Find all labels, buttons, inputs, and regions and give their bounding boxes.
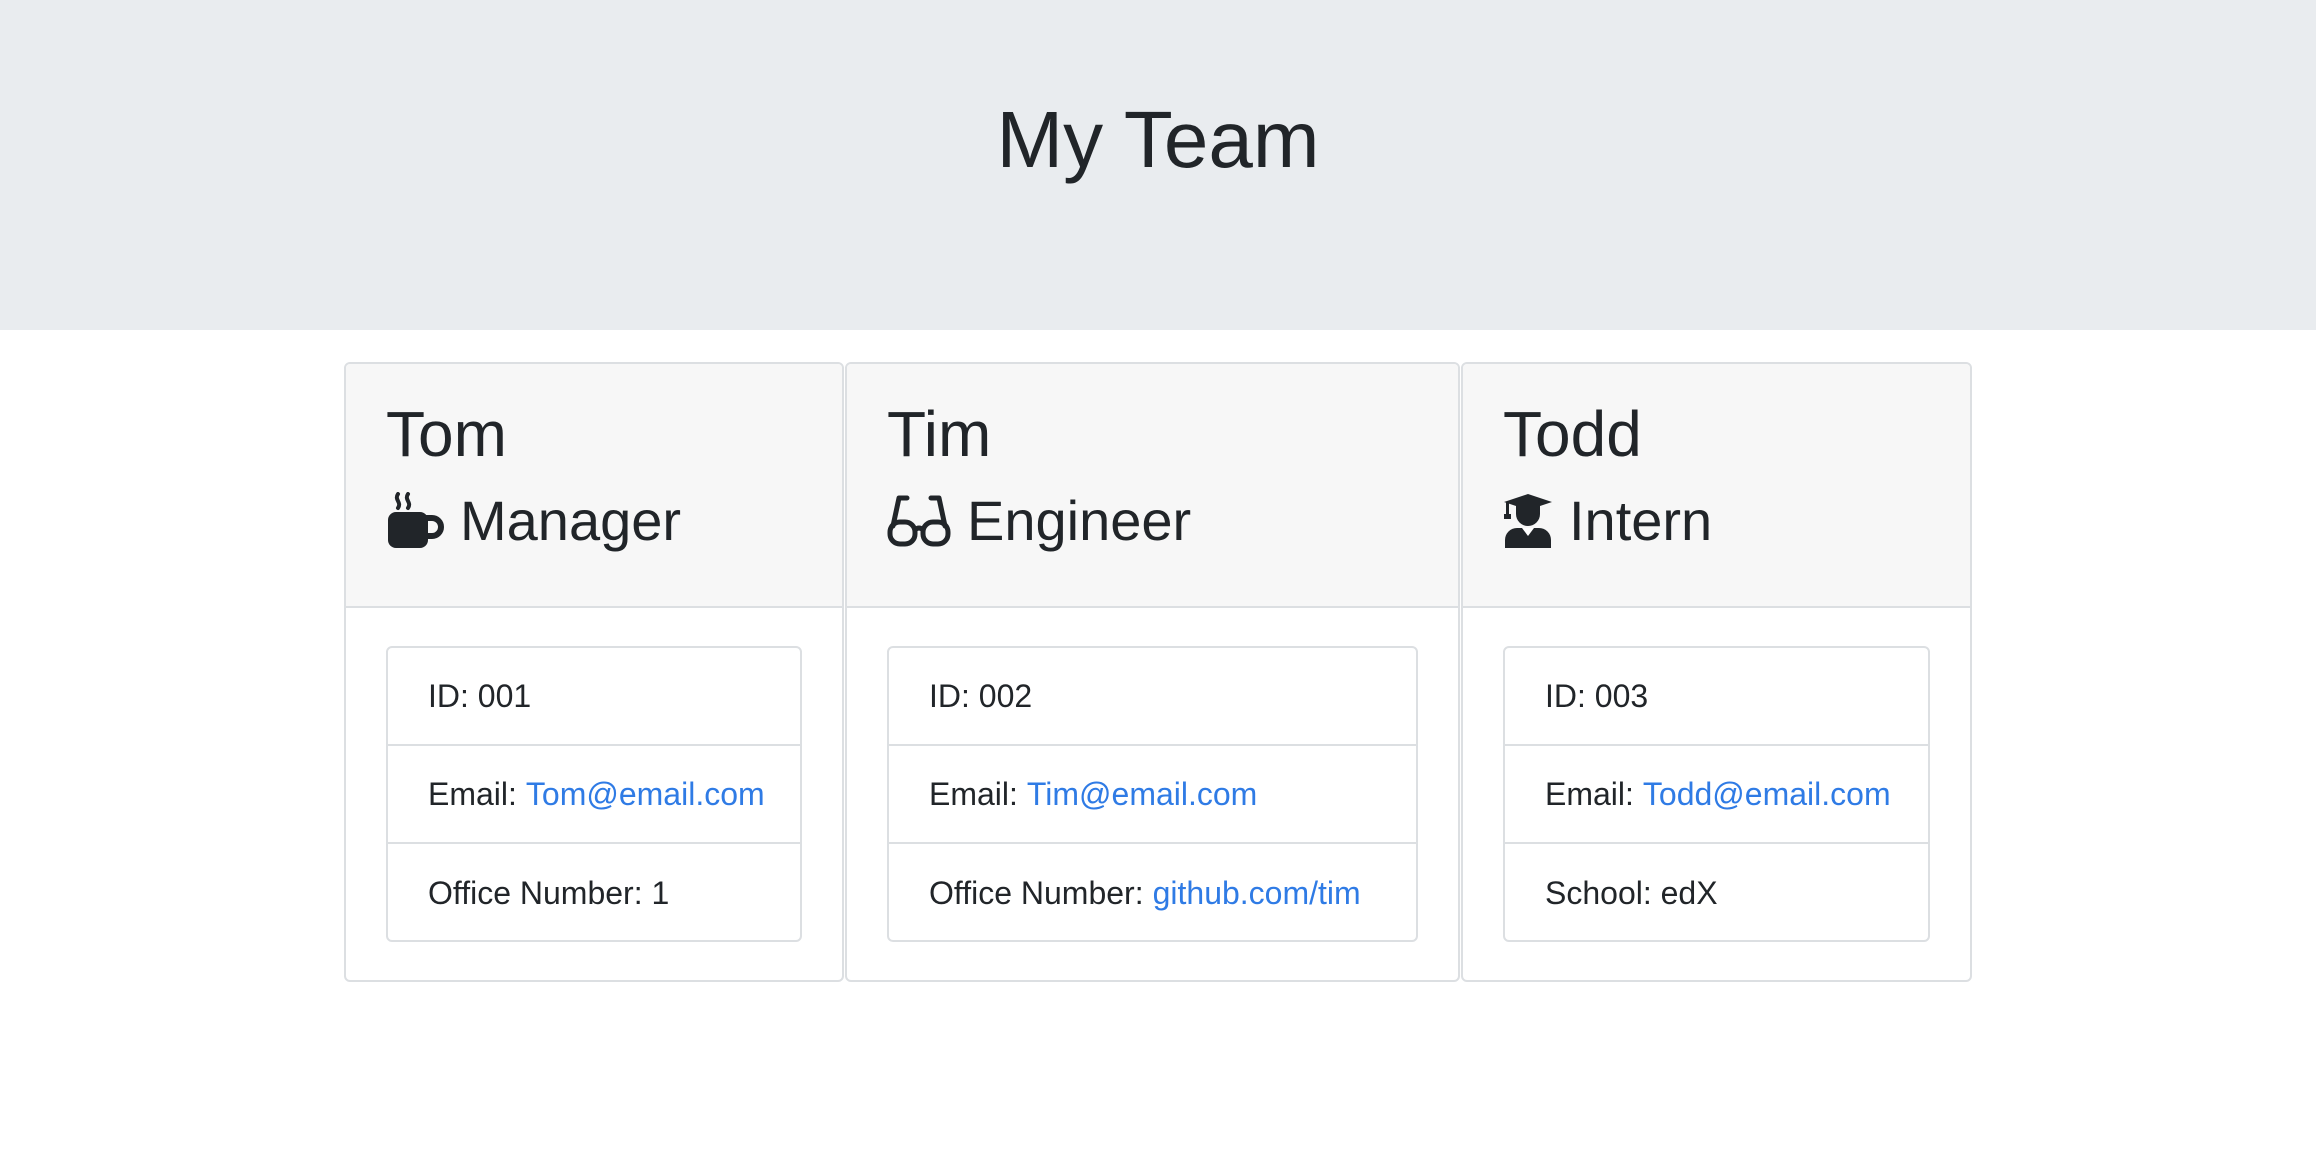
employee-card-engineer: Tim Engineer ID: 002 Email: Tim@email.co… bbox=[845, 362, 1460, 982]
email-label: Email: bbox=[1545, 775, 1634, 812]
employee-name: Tim bbox=[887, 398, 992, 470]
card-header: Tom Manager bbox=[346, 364, 842, 608]
office-number-row: Office Number: 1 bbox=[388, 844, 800, 940]
employee-details-list: ID: 001 Email: Tom@email.com Office Numb… bbox=[386, 646, 802, 942]
office-number-label: Office Number: bbox=[929, 874, 1144, 911]
email-link[interactable]: Tom@email.com bbox=[526, 776, 765, 813]
employee-email-row: Email: Tim@email.com bbox=[889, 746, 1416, 844]
email-link[interactable]: Todd@email.com bbox=[1643, 776, 1891, 813]
employee-id-text: ID: 002 bbox=[929, 677, 1033, 714]
employee-role-row: Intern bbox=[1503, 486, 1712, 556]
glasses-icon bbox=[887, 492, 951, 550]
employee-card-manager: Tom Manager ID: 001 Email: Tom@email.com… bbox=[344, 362, 844, 982]
card-header: Tim Engineer bbox=[847, 364, 1458, 608]
card-header: Todd Intern bbox=[1463, 364, 1970, 608]
page-header: My Team bbox=[0, 0, 2316, 330]
email-label: Email: bbox=[428, 775, 517, 812]
employee-id: ID: 002 bbox=[889, 648, 1416, 746]
employee-details-list: ID: 003 Email: Todd@email.com School: ed… bbox=[1503, 646, 1930, 942]
employee-name: Todd bbox=[1503, 398, 1642, 470]
employee-role: Manager bbox=[460, 489, 682, 552]
github-link[interactable]: github.com/tim bbox=[1153, 875, 1361, 912]
employee-email-row: Email: Tom@email.com bbox=[388, 746, 800, 844]
graduate-icon bbox=[1503, 492, 1553, 550]
school-row: School: edX bbox=[1505, 844, 1928, 940]
employee-id-text: ID: 003 bbox=[1545, 677, 1649, 714]
employee-name: Tom bbox=[386, 398, 507, 470]
employee-role-row: Manager bbox=[386, 486, 681, 556]
coffee-mug-icon bbox=[386, 492, 444, 550]
email-link[interactable]: Tim@email.com bbox=[1027, 776, 1257, 813]
employee-card-intern: Todd Intern ID: 003 Email: Todd@email.co… bbox=[1461, 362, 1972, 982]
employee-role: Intern bbox=[1569, 489, 1713, 552]
employee-email-row: Email: Todd@email.com bbox=[1505, 746, 1928, 844]
employee-role: Engineer bbox=[967, 489, 1192, 552]
employee-id: ID: 003 bbox=[1505, 648, 1928, 746]
employee-id: ID: 001 bbox=[388, 648, 800, 746]
office-number-text: Office Number: 1 bbox=[428, 874, 670, 911]
employee-id-text: ID: 001 bbox=[428, 677, 532, 714]
school-text: School: edX bbox=[1545, 874, 1718, 911]
email-label: Email: bbox=[929, 775, 1018, 812]
employee-role-row: Engineer bbox=[887, 486, 1191, 556]
page-title: My Team bbox=[996, 95, 1320, 184]
github-row: Office Number: github.com/tim bbox=[889, 844, 1416, 940]
employee-details-list: ID: 002 Email: Tim@email.com Office Numb… bbox=[887, 646, 1418, 942]
